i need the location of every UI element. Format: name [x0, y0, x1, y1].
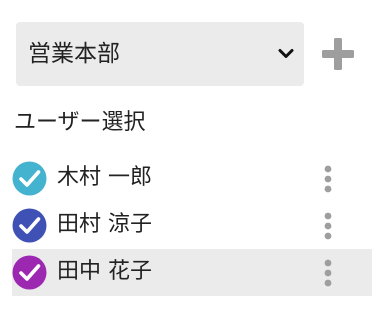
- chevron-down-icon: [278, 46, 294, 62]
- section-title: ユーザー選択: [14, 110, 146, 135]
- department-row: 営業本部: [16, 22, 372, 86]
- department-select[interactable]: 営業本部: [16, 22, 304, 86]
- user-row[interactable]: 田村 涼子: [12, 202, 372, 249]
- more-vertical-icon[interactable]: [318, 258, 338, 288]
- more-vertical-icon[interactable]: [318, 211, 338, 241]
- plus-icon: [320, 36, 356, 72]
- add-button[interactable]: [320, 36, 356, 72]
- user-name: 田村 涼子: [57, 212, 152, 237]
- user-row[interactable]: 木村 一郎: [12, 155, 372, 202]
- user-list: 木村 一郎 田村 涼子 田中 花子: [12, 155, 372, 296]
- check-circle-icon[interactable]: [12, 255, 47, 290]
- user-name: 田中 花子: [57, 259, 152, 284]
- department-select-value: 営業本部: [28, 41, 120, 67]
- check-circle-icon[interactable]: [12, 161, 47, 196]
- more-vertical-icon[interactable]: [318, 164, 338, 194]
- user-row-selected[interactable]: 田中 花子: [12, 249, 372, 296]
- check-circle-icon[interactable]: [12, 208, 47, 243]
- user-selection-panel: 営業本部 ユーザー選択 木村 一郎 田村 涼子 田中 花子: [0, 0, 384, 313]
- user-name: 木村 一郎: [57, 165, 152, 190]
